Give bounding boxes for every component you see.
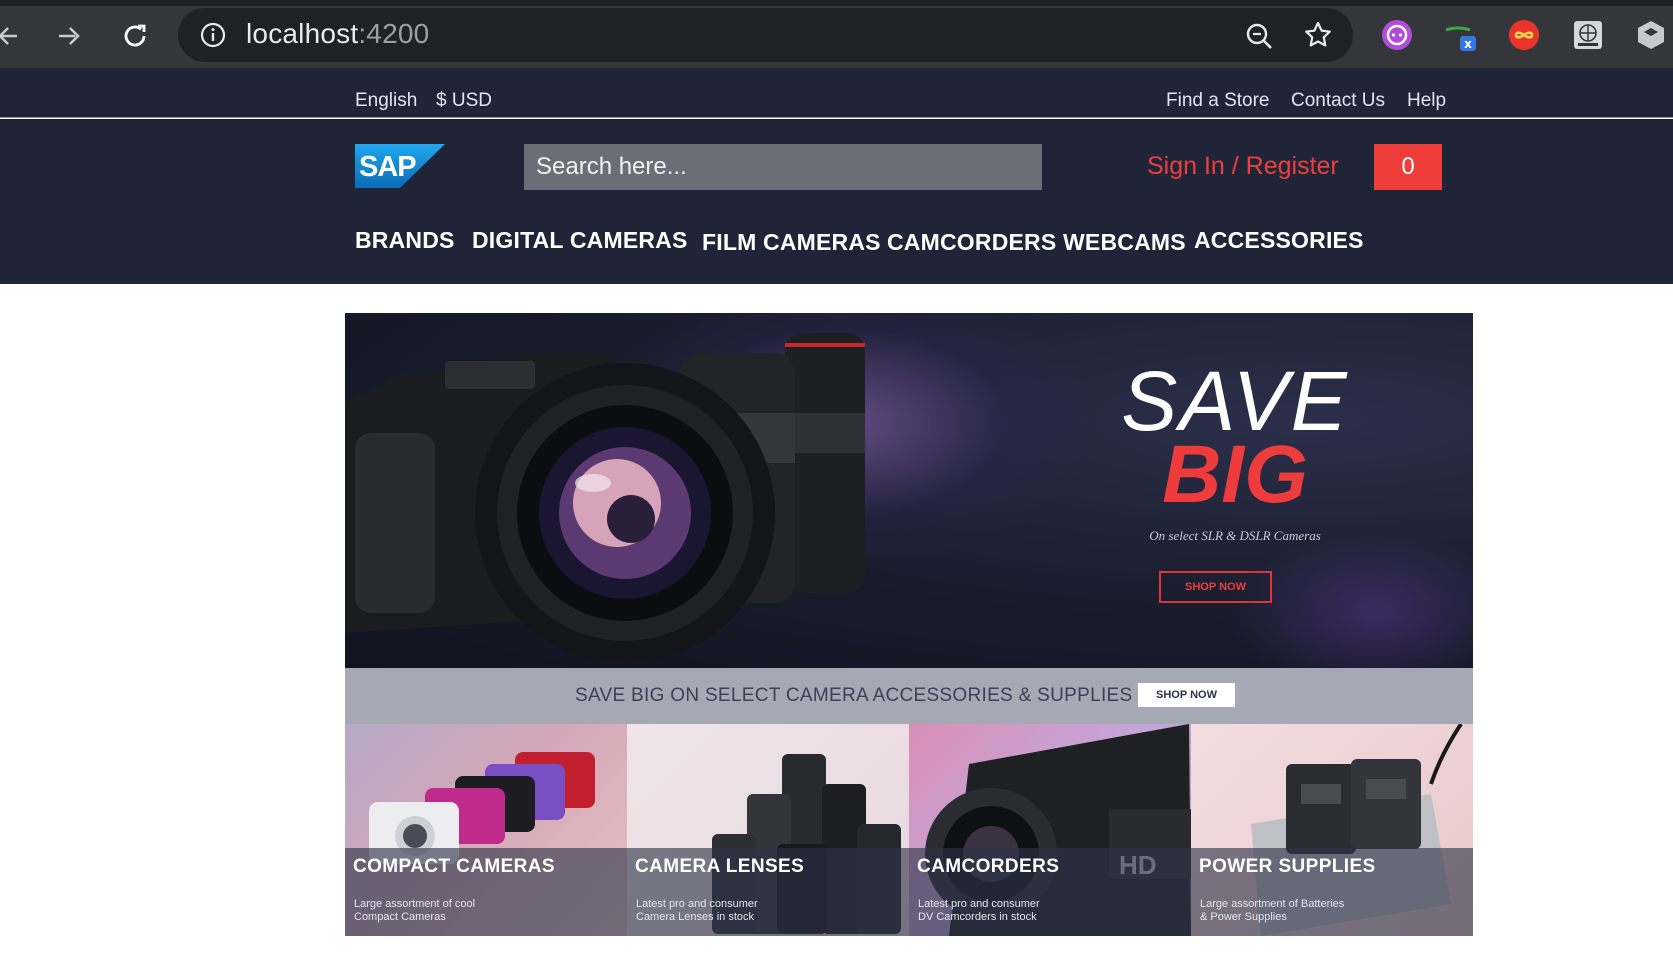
extension-layers-icon[interactable]: [1634, 18, 1668, 52]
extension-glasses-icon[interactable]: x: [1443, 18, 1477, 52]
browser-toolbar: localhost:4200 x: [0, 0, 1673, 68]
tabstrip-edge: [0, 0, 1673, 6]
utility-bar: English $ USD Find a Store Contact Us He…: [0, 68, 1673, 118]
find-store-link[interactable]: Find a Store: [1166, 90, 1270, 112]
nav-webcams[interactable]: WEBCAMS: [1063, 229, 1186, 256]
contact-us-link[interactable]: Contact Us: [1291, 90, 1385, 112]
tile-title: COMPACT CAMERAS: [353, 856, 555, 877]
zoom-icon[interactable]: [1245, 22, 1273, 50]
tile-description-line: & Power Supplies: [1200, 911, 1287, 923]
tile-title: CAMCORDERS: [917, 856, 1060, 877]
hero-banner[interactable]: SAVE BIG On select SLR & DSLR Cameras SH…: [345, 313, 1473, 668]
tile-title: CAMERA LENSES: [635, 856, 805, 877]
tile-description-line: Latest pro and consumer: [636, 898, 758, 910]
address-bar[interactable]: localhost:4200: [178, 8, 1353, 62]
back-arrow-icon[interactable]: [0, 18, 28, 54]
promo-strip-text: SAVE BIG ON SELECT CAMERA ACCESSORIES & …: [575, 685, 1133, 706]
nav-digital-cameras[interactable]: DIGITAL CAMERAS: [472, 227, 688, 254]
category-tile-compact-cameras[interactable]: COMPACT CAMERAS Large assortment of cool…: [345, 724, 627, 936]
tile-description-line: Large assortment of cool: [354, 898, 476, 910]
logo-text: SAP: [359, 151, 416, 183]
banner-subtitle: On select SLR & DSLR Cameras: [1149, 528, 1321, 543]
cart-button[interactable]: 0: [1374, 144, 1442, 190]
nav-film-cameras[interactable]: FILM CAMERAS: [702, 229, 881, 256]
tile-description: Latest pro and consumer Camera Lenses in …: [636, 898, 836, 924]
category-tile-camcorders[interactable]: HD CAMCORDERS Latest pro and consumerDV …: [909, 724, 1191, 936]
url-port: :4200: [358, 18, 430, 49]
tile-description: Latest pro and consumer DV Camcorders in …: [918, 898, 1118, 924]
tile-description: Large assortment of cool Compact Cameras: [354, 898, 554, 924]
star-icon[interactable]: [1303, 20, 1333, 50]
forward-arrow-icon[interactable]: [50, 18, 86, 54]
sap-logo[interactable]: SAP: [355, 144, 445, 188]
language-selector[interactable]: English: [355, 90, 417, 112]
url-host: localhost: [246, 18, 359, 49]
banner-shop-now-button[interactable]: SHOP NOW: [1159, 571, 1272, 603]
tile-description-line: Large assortment of Batteries: [1200, 898, 1345, 910]
nav-camcorders[interactable]: CAMCORDERS: [887, 229, 1056, 256]
tile-description-line: Compact Cameras: [354, 911, 446, 923]
info-icon[interactable]: [200, 22, 226, 48]
nav-brands[interactable]: BRANDS: [355, 227, 455, 254]
tile-title: POWER SUPPLIES: [1199, 856, 1376, 877]
site-header: SAP Sign In / Register 0 BRANDS DIGITAL …: [0, 119, 1673, 284]
tile-description-line: Camera Lenses in stock: [636, 911, 754, 923]
currency-selector[interactable]: $ USD: [436, 90, 492, 112]
extension-infinity-icon[interactable]: [1507, 18, 1541, 52]
tile-description-line: DV Camcorders in stock: [918, 911, 1037, 923]
tile-description: Large assortment of Batteries & Power Sup…: [1200, 898, 1400, 924]
sign-in-register-link[interactable]: Sign In / Register: [1147, 152, 1339, 181]
url-text[interactable]: localhost:4200: [246, 18, 429, 50]
reload-icon[interactable]: [117, 18, 153, 54]
banner-headline-big: BIG: [1162, 429, 1308, 520]
extension-globe-icon[interactable]: [1571, 18, 1605, 52]
category-tile-camera-lenses[interactable]: CAMERA LENSES Latest pro and consumer Cam…: [627, 724, 909, 936]
extension-badge-text: x: [1464, 37, 1472, 51]
camera-lenses-image: [345, 333, 865, 663]
promo-strip: SAVE BIG ON SELECT CAMERA ACCESSORIES & …: [345, 668, 1473, 724]
search-input[interactable]: [524, 144, 1042, 190]
extension-purple-icon[interactable]: [1380, 18, 1414, 52]
help-link[interactable]: Help: [1407, 90, 1446, 112]
tile-description-line: Latest pro and consumer: [918, 898, 1040, 910]
category-tile-power-supplies[interactable]: POWER SUPPLIES Large assortment of Batte…: [1191, 724, 1473, 936]
promo-shop-now-button[interactable]: SHOP NOW: [1138, 683, 1235, 707]
nav-accessories[interactable]: ACCESSORIES: [1194, 227, 1364, 254]
